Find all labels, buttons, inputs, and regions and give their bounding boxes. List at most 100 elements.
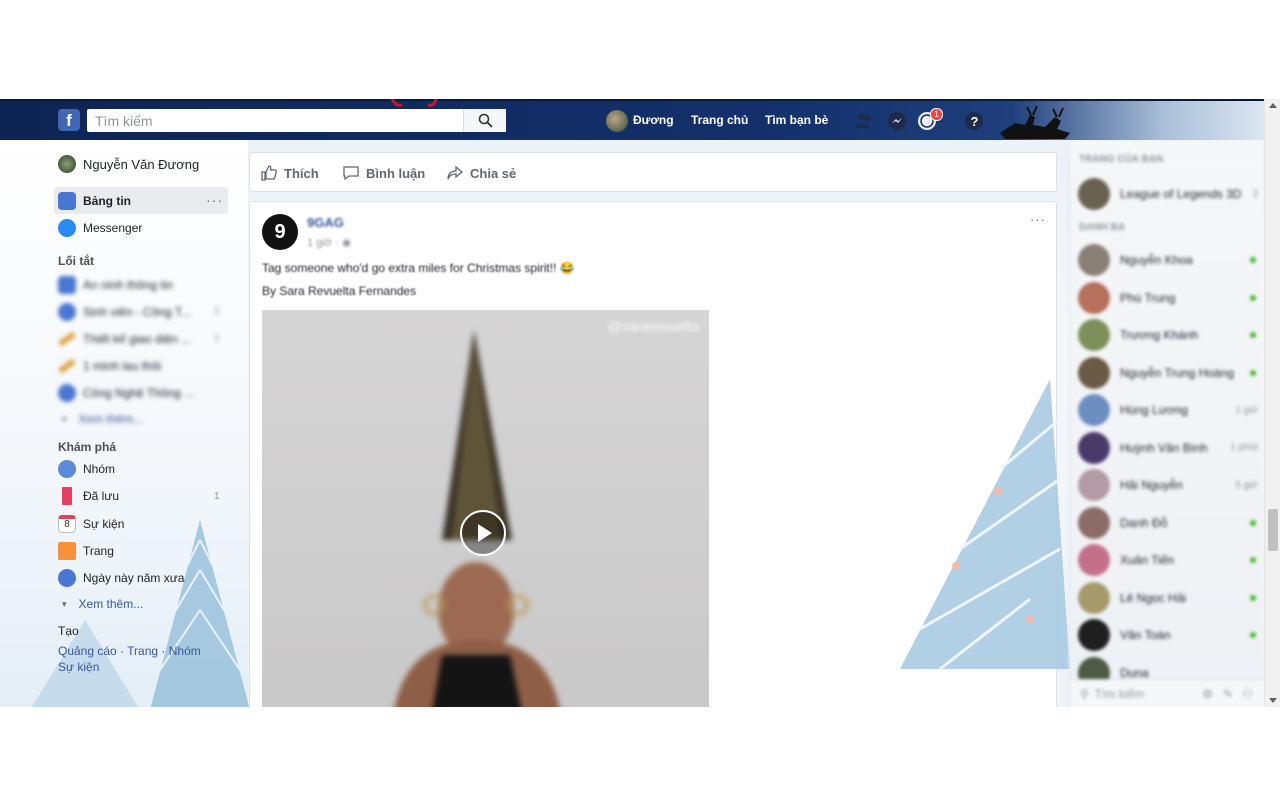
contact-name: Nguyễn Khoa [1120, 253, 1193, 267]
avatar [1078, 356, 1110, 389]
search-button[interactable] [463, 109, 506, 132]
comment-button[interactable]: Bình luận [342, 164, 425, 182]
sidebar-item-label: 1 minh lau thôi [83, 359, 162, 373]
profile-link[interactable]: Nguyễn Văn Đương [58, 153, 199, 175]
contact-item[interactable]: Huỳnh Văn Bình 1 phút [1078, 431, 1258, 464]
share-button[interactable]: Chia sẻ [446, 164, 516, 182]
contact-item[interactable]: Trương Khánh [1078, 319, 1258, 351]
contact-item[interactable]: Phú Trung [1078, 281, 1258, 314]
online-status-dot [1250, 557, 1256, 563]
play-button[interactable] [460, 510, 506, 556]
contact-item[interactable]: Hùng Lương 1 giờ [1078, 394, 1258, 426]
share-icon [447, 165, 464, 180]
search-input[interactable] [87, 109, 463, 132]
thumbs-up-icon [261, 165, 277, 181]
post-author-avatar[interactable]: 9 [262, 214, 298, 250]
sidebar-item-pages[interactable]: Trang [58, 540, 114, 562]
sidebar-item-label: Ngày này năm xưa [83, 571, 185, 585]
avatar[interactable] [606, 110, 628, 132]
gear-icon[interactable]: ⚙ [1202, 687, 1213, 701]
post-author-link[interactable]: 9GAG [307, 215, 344, 230]
chevron-down-icon: ▾ [62, 598, 67, 609]
create-group-link[interactable]: Nhóm [169, 644, 201, 658]
see-more-shortcuts-link[interactable]: ▾ Xem thêm... [58, 408, 143, 430]
contact-item[interactable]: Danh Đỗ [1078, 506, 1258, 539]
contact-item[interactable]: Nguyễn Khoa [1078, 244, 1258, 276]
scroll-up-arrow-icon[interactable] [1269, 103, 1277, 108]
globe-icon: ◉ [341, 237, 352, 249]
online-status-dot [1250, 594, 1256, 601]
groups-icon [58, 460, 76, 478]
reindeer-sleigh-decoration [1000, 105, 1070, 139]
page-scrollbar[interactable] [1264, 99, 1280, 707]
online-status-dot [1250, 294, 1256, 301]
new-message-icon[interactable]: ✎ [1223, 687, 1233, 701]
news-feed-options-icon[interactable]: ··· [206, 192, 223, 208]
contacts-heading: DANH BẠ [1079, 222, 1126, 233]
contact-item[interactable]: Văn Toàn [1078, 619, 1258, 651]
scroll-down-arrow-icon[interactable] [1269, 698, 1277, 703]
contact-item[interactable]: Xuân Tiến [1078, 544, 1258, 576]
create-event-link[interactable]: Sự kiện [58, 660, 99, 674]
sidebar-item-label: Sinh viên - Công T... [83, 305, 191, 319]
scrollbar-thumb[interactable] [1268, 509, 1278, 551]
contact-item[interactable]: Hải Nguyễn 5 giờ [1078, 469, 1258, 501]
help-icon[interactable]: ? [964, 111, 984, 131]
sidebar-item-shortcut[interactable]: An ninh thông tin [58, 274, 173, 296]
contact-name: Hải Nguyễn [1120, 478, 1183, 492]
sidebar-item-label: Thiết kế giao diện ... [83, 332, 192, 346]
avatar [1078, 619, 1110, 651]
contact-item[interactable]: Nguyễn Trung Hoàng [1078, 356, 1258, 389]
chat-search-bar[interactable]: ⚲ Tìm kiếm ⚙ ✎ ⚇ [1070, 679, 1265, 707]
memories-icon [58, 569, 76, 587]
sidebar-item-saved[interactable]: Đã lưu [58, 485, 119, 507]
sidebar-item-shortcut[interactable]: Công Nghệ Thông ... [58, 382, 194, 404]
find-friends-link[interactable]: Tìm bạn bè [765, 113, 828, 127]
create-ad-link[interactable]: Quảng cáo [58, 644, 117, 658]
user-name: Nguyễn Văn Đương [83, 156, 200, 172]
group-chat-icon[interactable]: ⚇ [1242, 687, 1253, 701]
shortcuts-heading: Lối tắt [58, 254, 94, 268]
game-icon [57, 358, 77, 374]
online-status-dot [1250, 369, 1256, 376]
post-timestamp[interactable]: 1 giờ · ◉ [307, 236, 351, 249]
page-item[interactable]: League of Legends 3D 3 [1078, 178, 1258, 210]
sidebar-item-groups[interactable]: Nhóm [58, 458, 115, 480]
contact-name: Phú Trung [1120, 290, 1176, 305]
avatar [1078, 431, 1110, 464]
like-label: Thích [284, 165, 319, 181]
group-icon [58, 303, 76, 321]
like-button[interactable]: Thích [260, 164, 319, 182]
online-status-dot [1250, 332, 1256, 338]
post-options-icon[interactable]: ··· [1030, 212, 1046, 227]
friend-requests-icon[interactable] [854, 111, 874, 131]
contact-name: Hùng Lương [1120, 403, 1188, 417]
sidebar-item-events[interactable]: 8 Sự kiện [58, 513, 124, 535]
sidebar-item-shortcut[interactable]: Thiết kế giao diện ... [57, 328, 192, 350]
profile-link[interactable]: Đương [633, 113, 674, 127]
post-credit: By Sara Revuelta Fernandes [262, 284, 417, 298]
group-icon [58, 276, 76, 294]
facebook-logo[interactable]: f [58, 109, 80, 131]
last-active-time: 1 giờ [1235, 404, 1258, 416]
create-links: Quảng cáo · Trang · Nhóm Sự kiện [58, 644, 201, 674]
home-link[interactable]: Trang chủ [691, 113, 748, 127]
online-status-dot [1250, 519, 1256, 526]
messenger-icon[interactable] [887, 111, 907, 131]
contact-item[interactable]: Lê Ngọc Hải [1078, 581, 1258, 614]
decoration-ribbon [390, 99, 438, 107]
sidebar-item-memories[interactable]: Ngày này năm xưa [58, 567, 184, 589]
flag-icon [58, 542, 76, 560]
see-more-explore-link[interactable]: ▾ Xem thêm... [58, 593, 143, 615]
sidebar-item-label: Nhóm [83, 462, 116, 476]
time-text: 1 giờ · [307, 237, 339, 249]
sidebar-item-news-feed[interactable]: Bảng tin [58, 190, 131, 212]
avatar [1078, 544, 1110, 576]
last-active-time: 1 phút [1230, 442, 1258, 453]
create-page-link[interactable]: Trang [127, 644, 158, 658]
video-player[interactable]: @sararevuelta [262, 310, 709, 707]
sidebar-item-messenger[interactable]: Messenger [58, 217, 142, 239]
sidebar-item-shortcut[interactable]: Sinh viên - Công T... [58, 301, 191, 323]
sidebar-item-shortcut[interactable]: 1 minh lau thôi [57, 355, 162, 377]
left-sidebar: Nguyễn Văn Đương Bảng tin ··· Messenger … [0, 140, 250, 707]
